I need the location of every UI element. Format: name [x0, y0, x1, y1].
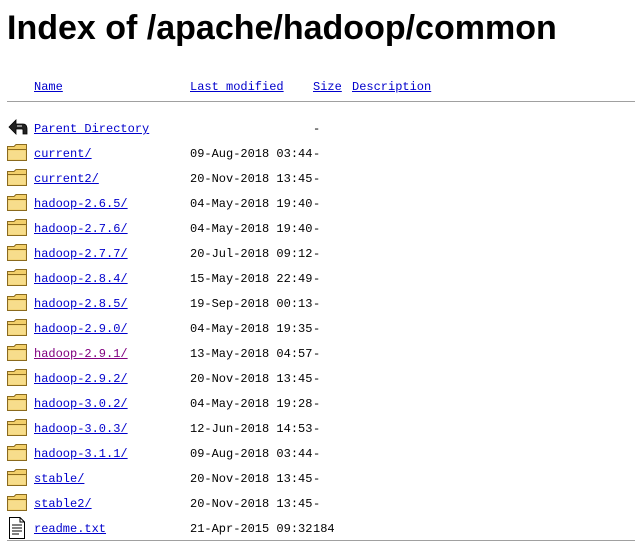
header-divider — [7, 101, 635, 102]
last-modified-cell: 04-May-2018 19:28 — [190, 397, 313, 411]
folder-icon[interactable] — [6, 292, 28, 312]
table-row: stable2/20-Nov-2018 13:45- — [0, 489, 635, 514]
last-modified-cell: 09-Aug-2018 03:44 — [190, 447, 313, 461]
entry-name-link[interactable]: stable2/ — [34, 496, 92, 512]
table-row: hadoop-3.1.1/09-Aug-2018 03:44- — [0, 439, 635, 464]
entry-name-link[interactable]: hadoop-2.9.2/ — [34, 371, 128, 387]
last-modified-cell: 20-Jul-2018 09:12 — [190, 247, 313, 261]
folder-icon[interactable] — [6, 167, 28, 187]
sort-by-size-link[interactable]: Size — [313, 79, 342, 95]
table-row: hadoop-2.9.2/20-Nov-2018 13:45- — [0, 364, 635, 389]
last-modified-cell: 09-Aug-2018 03:44 — [190, 147, 313, 161]
entry-name-link[interactable]: current2/ — [34, 171, 99, 187]
entry-name-link[interactable]: hadoop-2.8.5/ — [34, 296, 128, 312]
entry-name-link[interactable]: hadoop-2.6.5/ — [34, 196, 128, 212]
entry-name-link[interactable]: hadoop-2.8.4/ — [34, 271, 128, 287]
size-cell: - — [313, 272, 321, 286]
back-icon[interactable] — [6, 117, 28, 137]
page-title: Index of /apache/hadoop/common — [7, 9, 557, 47]
folder-icon[interactable] — [6, 142, 28, 162]
size-cell: - — [313, 347, 321, 361]
table-row: hadoop-2.8.4/15-May-2018 22:49- — [0, 264, 635, 289]
folder-icon[interactable] — [6, 317, 28, 337]
size-cell: - — [313, 297, 321, 311]
parent-directory-link[interactable]: Parent Directory — [34, 121, 149, 137]
size-cell: - — [313, 422, 321, 436]
last-modified-cell: 04-May-2018 19:40 — [190, 222, 313, 236]
size-cell: - — [313, 322, 321, 336]
entry-name-link[interactable]: readme.txt — [34, 521, 106, 537]
table-row: hadoop-2.9.1/13-May-2018 04:57- — [0, 339, 635, 364]
table-row: current/09-Aug-2018 03:44- — [0, 139, 635, 164]
entry-name-link[interactable]: hadoop-2.7.7/ — [34, 246, 128, 262]
last-modified-cell: 15-May-2018 22:49 — [190, 272, 313, 286]
last-modified-cell: 20-Nov-2018 13:45 — [190, 472, 313, 486]
last-modified-cell: 04-May-2018 19:40 — [190, 197, 313, 211]
folder-icon[interactable] — [6, 417, 28, 437]
last-modified-cell: 19-Sep-2018 00:13 — [190, 297, 313, 311]
table-row: hadoop-3.0.3/12-Jun-2018 14:53- — [0, 414, 635, 439]
folder-icon[interactable] — [6, 242, 28, 262]
table-row: hadoop-2.7.6/04-May-2018 19:40- — [0, 214, 635, 239]
sort-by-description-link[interactable]: Description — [352, 79, 431, 95]
size-cell: - — [313, 172, 321, 186]
entry-name-link[interactable]: hadoop-2.9.0/ — [34, 321, 128, 337]
entry-name-link[interactable]: hadoop-3.1.1/ — [34, 446, 128, 462]
entry-name-link[interactable]: hadoop-3.0.3/ — [34, 421, 128, 437]
folder-icon[interactable] — [6, 467, 28, 487]
entry-name-link[interactable]: hadoop-2.9.1/ — [34, 346, 128, 362]
table-row: hadoop-3.0.2/04-May-2018 19:28- — [0, 389, 635, 414]
last-modified-cell: 04-May-2018 19:35 — [190, 322, 313, 336]
table-row: stable/20-Nov-2018 13:45- — [0, 464, 635, 489]
text-file-icon[interactable] — [6, 517, 28, 539]
table-row: hadoop-2.7.7/20-Jul-2018 09:12- — [0, 239, 635, 264]
size-cell: - — [313, 372, 321, 386]
folder-icon[interactable] — [6, 217, 28, 237]
size-cell: - — [313, 397, 321, 411]
entry-name-link[interactable]: hadoop-2.7.6/ — [34, 221, 128, 237]
size-cell: - — [313, 147, 321, 161]
table-row: hadoop-2.6.5/04-May-2018 19:40- — [0, 189, 635, 214]
folder-icon[interactable] — [6, 492, 28, 512]
size-cell: - — [313, 472, 321, 486]
sort-by-name-link[interactable]: Name — [34, 79, 63, 95]
size-cell: - — [313, 197, 321, 211]
folder-icon[interactable] — [6, 442, 28, 462]
last-modified-cell: 12-Jun-2018 14:53 — [190, 422, 313, 436]
last-modified-cell: 21-Apr-2015 09:32 — [190, 522, 313, 536]
folder-icon[interactable] — [6, 367, 28, 387]
table-row: current2/20-Nov-2018 13:45- — [0, 164, 635, 189]
size-cell: - — [313, 122, 321, 136]
last-modified-cell: 13-May-2018 04:57 — [190, 347, 313, 361]
folder-icon[interactable] — [6, 342, 28, 362]
folder-icon[interactable] — [6, 267, 28, 287]
size-cell: - — [313, 247, 321, 261]
size-cell: - — [313, 447, 321, 461]
parent-directory-row: Parent Directory - — [0, 114, 635, 139]
last-modified-cell: 20-Nov-2018 13:45 — [190, 172, 313, 186]
sort-by-last-modified-link[interactable]: Last modified — [190, 79, 284, 95]
folder-icon[interactable] — [6, 392, 28, 412]
folder-icon[interactable] — [6, 192, 28, 212]
size-cell: - — [313, 222, 321, 236]
table-row: readme.txt 21-Apr-2015 09:32 184 — [0, 514, 635, 539]
entry-name-link[interactable]: current/ — [34, 146, 92, 162]
size-cell: - — [313, 497, 321, 511]
last-modified-cell: 20-Nov-2018 13:45 — [190, 372, 313, 386]
table-row: hadoop-2.9.0/04-May-2018 19:35- — [0, 314, 635, 339]
entry-name-link[interactable]: stable/ — [34, 471, 84, 487]
size-cell: 184 — [313, 522, 335, 536]
entry-name-link[interactable]: hadoop-3.0.2/ — [34, 396, 128, 412]
table-row: hadoop-2.8.5/19-Sep-2018 00:13- — [0, 289, 635, 314]
footer-divider — [7, 540, 635, 541]
last-modified-cell: 20-Nov-2018 13:45 — [190, 497, 313, 511]
